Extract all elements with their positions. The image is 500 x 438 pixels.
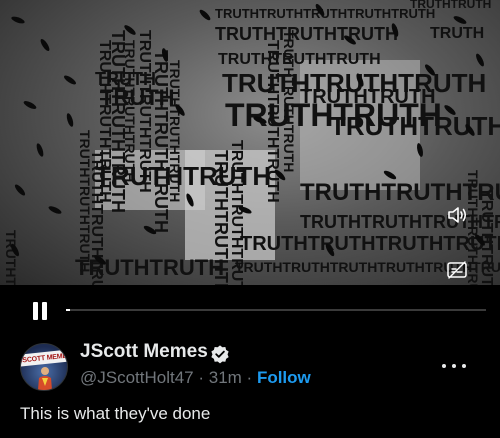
captions-icon: [447, 261, 467, 279]
pause-icon-bar: [42, 302, 47, 320]
wall-word-vertical: TRUTHTRUTHTRUTH: [136, 30, 153, 193]
wall-word: TRUTH: [430, 25, 484, 42]
author-name[interactable]: JScott Memes: [80, 341, 208, 363]
meta-separator-2: ·: [241, 368, 257, 387]
video-player[interactable]: TRUTHTRUTHTRUTHTRUTHTRUTH TRUTHTRUTHTRUTH…: [0, 0, 500, 285]
volume-button[interactable]: [444, 202, 470, 228]
post-time[interactable]: 31m: [209, 368, 242, 387]
silhouette: [36, 143, 44, 157]
wall-word: TRUTHTRUTH: [410, 0, 491, 11]
avatar[interactable]: JSCOTT MEMES: [20, 343, 68, 391]
author-handle[interactable]: @JScottHolt47: [80, 368, 194, 387]
wall-word-vertical: TRUTHTRUTHTRUTH: [122, 40, 138, 182]
captions-button[interactable]: [444, 257, 470, 283]
speaker-volume-icon: [448, 207, 467, 223]
silhouette: [40, 38, 50, 52]
post-meta: @JScottHolt47 · 31m · Follow: [80, 368, 311, 388]
wall-word-vertical: TRUTHTRUTHTRUTH: [228, 140, 245, 285]
avatar-text: JSCOTT MEMES: [20, 351, 68, 365]
wall-word-vertical: TRUTHTRUTHTRUTH: [3, 230, 19, 285]
wall-word-vertical: TRUTHTRUTHTRUTH: [281, 30, 297, 172]
more-options-icon-dot: [462, 364, 466, 368]
silhouette: [453, 16, 467, 24]
wall-word-vertical: TRUTHTRUTHTRUTH: [264, 40, 281, 203]
follow-button[interactable]: Follow: [257, 368, 311, 387]
silhouette: [64, 75, 76, 85]
silhouette: [23, 101, 37, 109]
more-options-button[interactable]: [442, 360, 466, 372]
wall-word-vertical: TRUTHTRUTHTRUTH: [211, 150, 231, 285]
verified-badge-icon: [211, 345, 229, 364]
wall-word: TRUTHTRUTHTRUTH: [218, 51, 381, 68]
wall-word: TRUTHTRUTHTRUTHTRUTH: [240, 233, 500, 255]
silhouette: [199, 9, 211, 21]
silhouette: [14, 184, 26, 196]
avatar-figure-icon: [38, 367, 52, 390]
silhouette: [48, 206, 62, 214]
wall-word: TRUTHTRUTHTRUTHTRUTHTRUTH: [215, 6, 435, 21]
wall-word: TRUTHTRUTHTRUTH: [215, 24, 398, 44]
progress-fill: [66, 309, 71, 311]
pause-icon: [33, 302, 38, 320]
wall-word: TRUTHTRUTH: [300, 86, 436, 108]
post-text: This is what they've done: [20, 404, 211, 423]
avatar-banner: JSCOTT MEMES: [20, 349, 68, 367]
video-frame: TRUTHTRUTHTRUTHTRUTHTRUTHTRUTHTRUTHTRUTH…: [3, 0, 500, 285]
wall-word: TRUTHTRUTH: [330, 111, 500, 141]
progress-track[interactable]: [66, 309, 486, 311]
silhouette: [66, 113, 74, 127]
wall-word-vertical: TRUTHTRUTHTRUTH: [167, 60, 183, 202]
more-options-icon: [442, 364, 446, 368]
pause-button[interactable]: [30, 300, 52, 322]
meta-separator: ·: [193, 368, 209, 387]
silhouette: [476, 53, 484, 67]
silhouette: [11, 16, 25, 24]
wall-word-vertical: TRUTHTRUTHTRUTH: [88, 150, 105, 285]
more-options-icon-dot: [452, 364, 456, 368]
